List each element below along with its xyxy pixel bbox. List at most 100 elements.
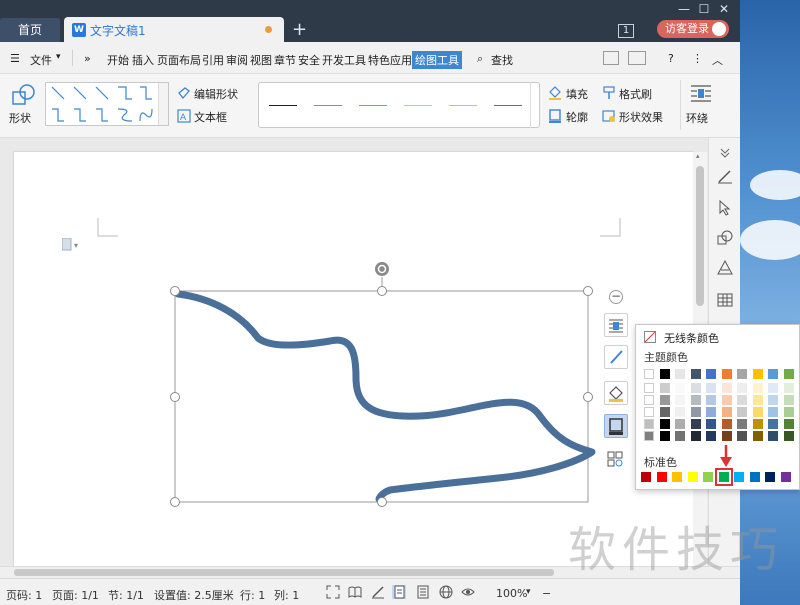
theme-color-swatch[interactable] [659, 395, 670, 405]
theme-color-swatch[interactable] [752, 395, 763, 405]
standard-color-swatch[interactable] [780, 472, 791, 482]
menu-security[interactable]: 安全 [298, 52, 320, 68]
theme-color-swatch[interactable] [675, 383, 685, 393]
quick-layout-button[interactable] [604, 313, 628, 337]
theme-color-swatch[interactable] [783, 369, 794, 379]
quick-style-button[interactable] [604, 345, 628, 369]
menu-review[interactable]: 审阅 [226, 52, 248, 68]
quick-fill-button[interactable] [604, 381, 628, 405]
standard-color-swatch[interactable] [672, 472, 682, 482]
zoom-level[interactable]: 100% [496, 587, 527, 600]
theme-color-swatch[interactable] [721, 407, 732, 417]
menu-page-layout[interactable]: 页面布局 [157, 52, 201, 68]
theme-color-swatch[interactable] [768, 407, 778, 417]
theme-color-swatch[interactable] [783, 395, 794, 405]
fill-button[interactable]: 填充 [566, 86, 588, 102]
scrollbar-thumb[interactable] [696, 166, 704, 306]
theme-color-swatch[interactable] [644, 407, 654, 417]
close-icon[interactable]: ✕ [716, 2, 732, 16]
write-mode-icon[interactable] [371, 585, 385, 599]
theme-color-swatch[interactable] [783, 431, 794, 441]
tab-home[interactable]: 首页 [0, 18, 60, 42]
more-options-icon[interactable]: ⋮ [692, 52, 703, 65]
tab-document[interactable]: W 文字文稿1 [64, 17, 284, 42]
quick-outline-button[interactable] [604, 414, 628, 438]
theme-color-swatch[interactable] [706, 383, 716, 393]
theme-color-swatch[interactable] [675, 407, 685, 417]
standard-color-swatch[interactable] [749, 472, 760, 482]
theme-color-swatch[interactable] [737, 369, 747, 379]
theme-color-swatch[interactable] [706, 407, 716, 417]
menu-view[interactable]: 视图 [250, 52, 272, 68]
menu-drawing-tools[interactable]: 绘图工具 [412, 51, 462, 69]
menu-reference[interactable]: 引用 [202, 52, 224, 68]
collapse-panel-icon[interactable] [717, 144, 733, 160]
more-chevron-icon[interactable]: » [84, 52, 91, 65]
line-style-black[interactable] [269, 105, 297, 106]
theme-color-swatch[interactable] [706, 419, 716, 429]
new-tab-plus-icon[interactable]: + [292, 20, 307, 40]
window-count-badge[interactable]: 1 [618, 24, 634, 38]
theme-color-swatch[interactable] [783, 419, 794, 429]
theme-color-swatch[interactable] [737, 419, 747, 429]
theme-color-swatch[interactable] [659, 369, 670, 379]
page-view-icon[interactable] [392, 585, 406, 599]
shape-button[interactable]: 形状 [9, 110, 31, 126]
scroll-up-icon[interactable]: ▴ [696, 152, 700, 160]
quick-more-button[interactable] [604, 448, 628, 472]
freeform-line-shape[interactable] [0, 138, 700, 566]
theme-color-swatch[interactable] [675, 419, 685, 429]
theme-color-swatch[interactable] [783, 407, 794, 417]
theme-color-swatch[interactable] [768, 369, 778, 379]
theme-color-swatch[interactable] [737, 395, 747, 405]
file-menu[interactable]: 文件 [30, 52, 52, 68]
guest-login-button[interactable]: 访客登录 [657, 20, 729, 38]
line-style-gallery[interactable] [258, 82, 540, 128]
theme-color-swatch[interactable] [752, 431, 763, 441]
select-cursor-icon[interactable] [717, 200, 733, 216]
theme-color-swatch[interactable] [644, 383, 654, 393]
wrap-button[interactable]: 环绕 [686, 110, 708, 126]
search-label[interactable]: 查找 [491, 52, 513, 68]
theme-color-swatch[interactable] [706, 431, 716, 441]
theme-color-swatch[interactable] [768, 383, 778, 393]
theme-color-swatch[interactable] [752, 383, 763, 393]
theme-color-swatch[interactable] [737, 407, 747, 417]
edit-shape-button[interactable]: 编辑形状 [194, 86, 238, 102]
theme-color-swatch[interactable] [737, 383, 747, 393]
theme-color-swatch[interactable] [752, 407, 763, 417]
section-count[interactable]: 节: 1/1 [108, 587, 144, 603]
standard-color-swatch[interactable] [714, 468, 733, 486]
theme-color-swatch[interactable] [768, 395, 778, 405]
search-icon[interactable]: ⌕ [477, 52, 483, 66]
zoom-out-icon[interactable]: − [542, 587, 551, 600]
cloud-sync-icon[interactable] [628, 51, 646, 65]
page-count[interactable]: 页面: 1/1 [52, 587, 99, 603]
theme-color-swatch[interactable] [690, 431, 701, 441]
theme-color-swatch[interactable] [768, 419, 778, 429]
line-style-orange[interactable] [359, 105, 387, 106]
theme-color-swatch[interactable] [659, 407, 670, 417]
theme-color-swatch[interactable] [737, 431, 747, 441]
theme-color-swatch[interactable] [675, 369, 685, 379]
line-shape-gallery[interactable] [45, 82, 169, 126]
collapse-ribbon-icon[interactable]: ︿ [712, 52, 723, 68]
theme-color-swatch[interactable] [644, 419, 654, 429]
line-style-gold[interactable] [449, 105, 477, 106]
theme-color-swatch[interactable] [690, 369, 701, 379]
theme-color-swatch[interactable] [721, 369, 732, 379]
theme-color-swatch[interactable] [659, 419, 670, 429]
theme-color-swatch[interactable] [721, 395, 732, 405]
standard-color-swatch[interactable] [765, 472, 775, 482]
page-number[interactable]: 页码: 1 [6, 587, 42, 603]
format-painter-button[interactable]: 格式刷 [619, 86, 652, 102]
line-style-light-blue[interactable] [404, 105, 432, 106]
theme-color-swatch[interactable] [706, 369, 716, 379]
minimize-icon[interactable]: — [676, 2, 692, 16]
theme-color-swatch[interactable] [675, 431, 685, 441]
text-box-button[interactable]: 文本框 [194, 109, 227, 125]
outline-button[interactable]: 轮廓 [566, 109, 588, 125]
standard-color-swatch[interactable] [656, 472, 667, 482]
theme-color-swatch[interactable] [644, 369, 654, 379]
read-mode-icon[interactable] [348, 585, 362, 599]
